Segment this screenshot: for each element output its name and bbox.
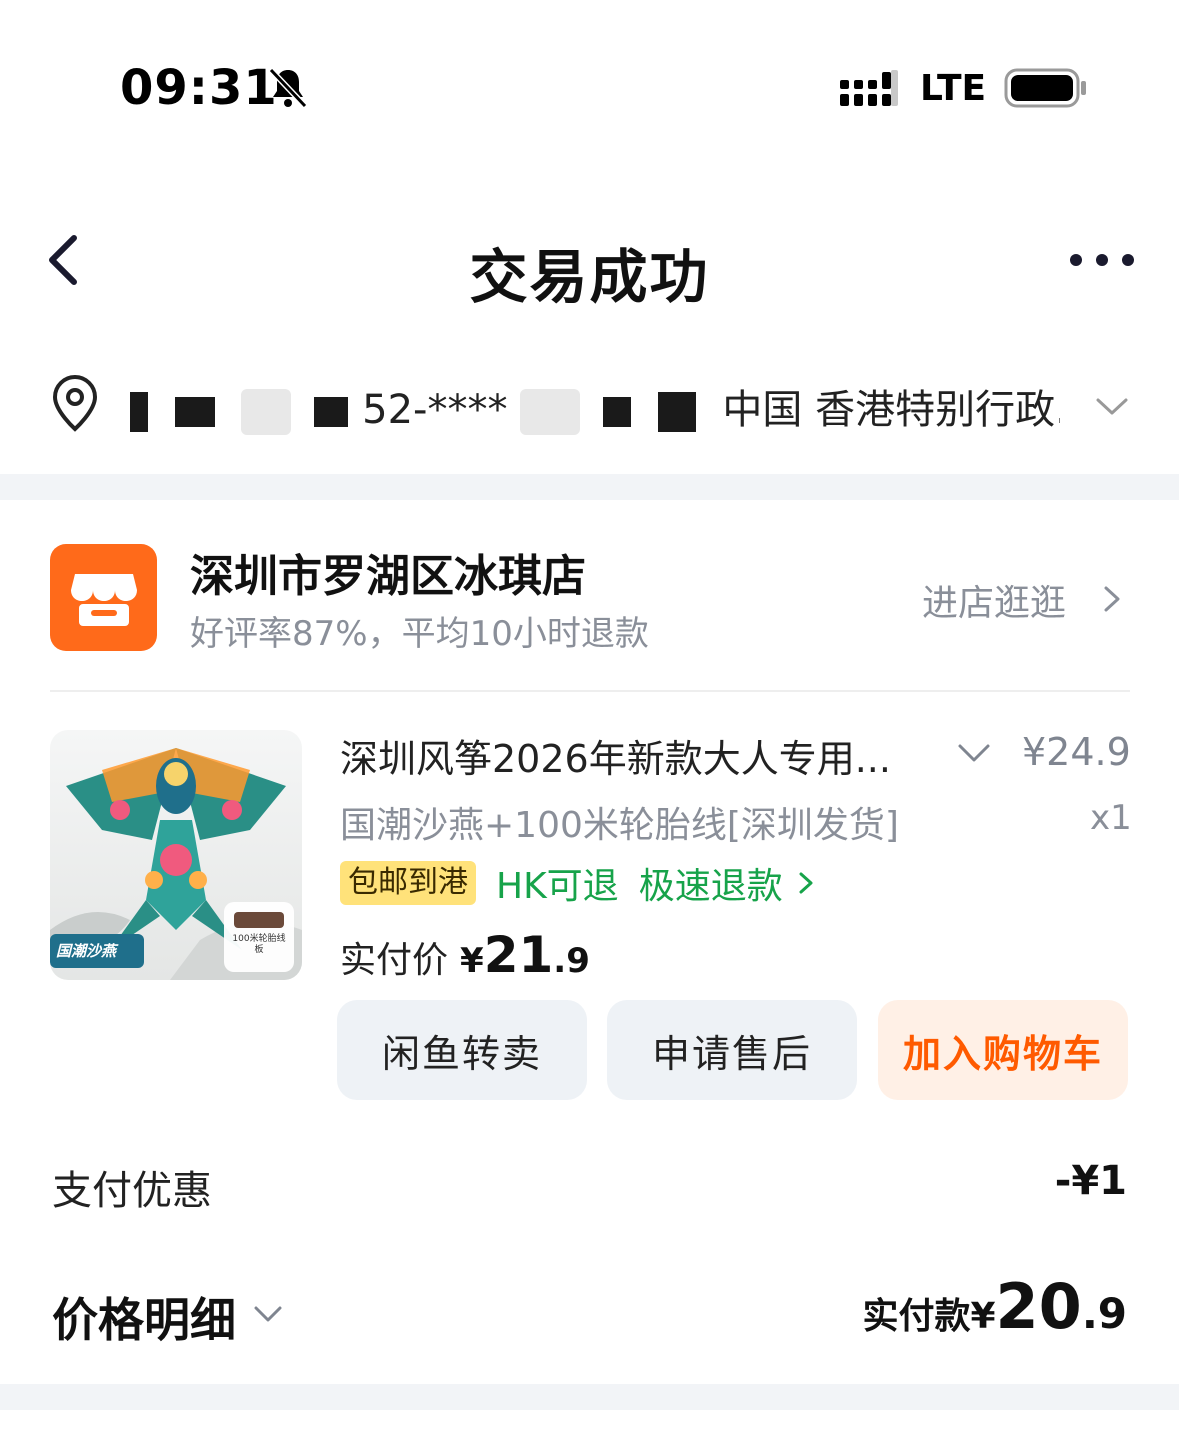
section-divider	[0, 1384, 1179, 1410]
battery-icon	[1004, 68, 1086, 108]
bell-muted-icon	[268, 67, 308, 109]
free-shipping-tag: 包邮到港	[340, 861, 476, 905]
store-icon	[70, 573, 137, 626]
redacted-block	[520, 389, 581, 435]
add-to-cart-button[interactable]: 加入购物车	[878, 1000, 1128, 1100]
nav-bar: 交易成功	[0, 200, 1179, 320]
address-location: 中国 香港特别行政...	[722, 387, 1060, 433]
address-row[interactable]: 52-**** 中国 香港特别行政...	[0, 355, 1179, 465]
enter-shop-link[interactable]: 进店逛逛	[922, 574, 1066, 626]
image-badge: 国潮沙燕	[56, 942, 117, 960]
shop-logo[interactable]	[50, 544, 157, 651]
redacted-block	[130, 392, 148, 432]
product-title[interactable]: 深圳风筝2026年新款大人专用...	[340, 728, 940, 783]
total-paid-label: 实付款¥	[862, 1296, 996, 1337]
total-paid-integer: 20	[995, 1270, 1082, 1343]
redacted-block	[314, 397, 349, 427]
image-accessory-label: 100米轮胎线板	[232, 934, 286, 955]
chevron-right-icon[interactable]	[797, 868, 815, 898]
total-paid-decimal: .9	[1081, 1289, 1127, 1338]
chevron-down-icon[interactable]	[956, 740, 992, 766]
shop-description: 好评率87%，平均10小时退款	[190, 614, 649, 654]
section-divider	[0, 474, 1179, 500]
redacted-block	[174, 397, 215, 427]
chevron-down-icon[interactable]	[252, 1302, 284, 1326]
fast-refund-tag[interactable]: 极速退款	[639, 857, 783, 909]
service-tags: 包邮到港 HK可退 极速退款	[340, 857, 815, 909]
page-title: 交易成功	[469, 243, 710, 311]
after-sale-button[interactable]: 申请售后	[607, 1000, 857, 1100]
resell-button[interactable]: 闲鱼转卖	[337, 1000, 587, 1100]
redacted-block	[241, 389, 292, 435]
more-dots-icon[interactable]	[1066, 246, 1138, 274]
chevron-right-icon[interactable]	[1100, 582, 1124, 616]
divider-line	[50, 690, 1130, 692]
paid-price-label: 实付价	[340, 940, 449, 981]
redacted-block	[657, 392, 696, 432]
total-paid-row: 实付款¥ 20 .9	[862, 1270, 1127, 1343]
status-time: 09:31	[120, 60, 278, 116]
paid-price-currency: ¥	[460, 941, 484, 981]
redacted-block	[602, 397, 631, 427]
price-detail-toggle[interactable]: 价格明细	[52, 1284, 236, 1350]
payment-discount-label: 支付优惠	[52, 1168, 212, 1214]
product-image[interactable]: 国潮沙燕 100米轮胎线板	[50, 730, 302, 980]
location-pin-icon	[52, 374, 98, 432]
product-spec: 国潮沙燕+100米轮胎线[深圳发货]	[340, 805, 899, 846]
chevron-down-icon[interactable]	[1092, 391, 1132, 421]
paid-price-decimal: .9	[553, 941, 590, 981]
shop-name[interactable]: 深圳市罗湖区冰琪店	[190, 540, 586, 604]
paid-price-integer: 21	[483, 926, 554, 984]
status-bar: 09:31 LTE	[0, 0, 1179, 180]
product-quantity: x1	[1090, 798, 1132, 838]
product-price: ¥24.9	[1022, 730, 1131, 774]
address-text: 52-**** 中国 香港特别行政...	[130, 377, 1060, 435]
signal-icon	[840, 70, 898, 106]
paid-price-row: 实付价 ¥ 21 .9	[340, 926, 590, 984]
returnable-tag[interactable]: HK可退	[496, 857, 619, 909]
masked-phone: 52-****	[362, 387, 508, 433]
payment-discount-value: -¥1	[1054, 1158, 1127, 1204]
network-type: LTE	[920, 68, 987, 109]
